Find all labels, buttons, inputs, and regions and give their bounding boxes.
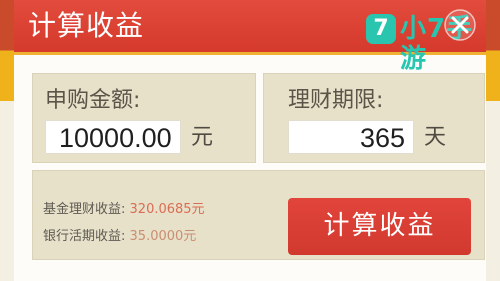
investment-period-input[interactable]: 365 <box>288 120 414 154</box>
purchase-amount-label: 申购金额: <box>45 88 141 113</box>
period-unit: 天 <box>424 125 447 150</box>
returns-result-panel: 基金理财收益: 320.0685元 银行活期收益: 35.0000元 计算收益 <box>32 170 485 260</box>
investment-period-label: 理财期限: <box>288 88 384 113</box>
fund-return-value: 320.0685元 <box>129 202 205 217</box>
investment-period-panel: 理财期限: 365 天 <box>263 73 485 163</box>
app-logo-icon: 7 <box>366 14 396 44</box>
fund-return-label: 基金理财收益: <box>43 202 126 217</box>
bank-return-label: 银行活期收益: <box>43 229 126 244</box>
amount-unit: 元 <box>191 125 214 150</box>
close-icon[interactable] <box>443 8 477 42</box>
calculate-returns-dialog: 计算收益 7 小7手游 申购金额: 10000.00 元 理财期限: 365 天… <box>14 0 486 281</box>
dialog-title: 计算收益 <box>28 9 145 42</box>
fund-return-row: 基金理财收益: 320.0685元 <box>43 202 273 218</box>
bank-return-value: 35.0000元 <box>129 229 197 244</box>
bank-return-row: 银行活期收益: 35.0000元 <box>43 229 273 245</box>
dialog-header: 计算收益 7 小7手游 <box>14 0 486 74</box>
purchase-amount-panel: 申购金额: 10000.00 元 <box>32 73 256 163</box>
left-backdrop-strip <box>0 0 14 281</box>
purchase-amount-input[interactable]: 10000.00 <box>45 120 181 154</box>
right-backdrop-strip <box>486 0 500 281</box>
calculate-returns-button[interactable]: 计算收益 <box>288 198 471 255</box>
